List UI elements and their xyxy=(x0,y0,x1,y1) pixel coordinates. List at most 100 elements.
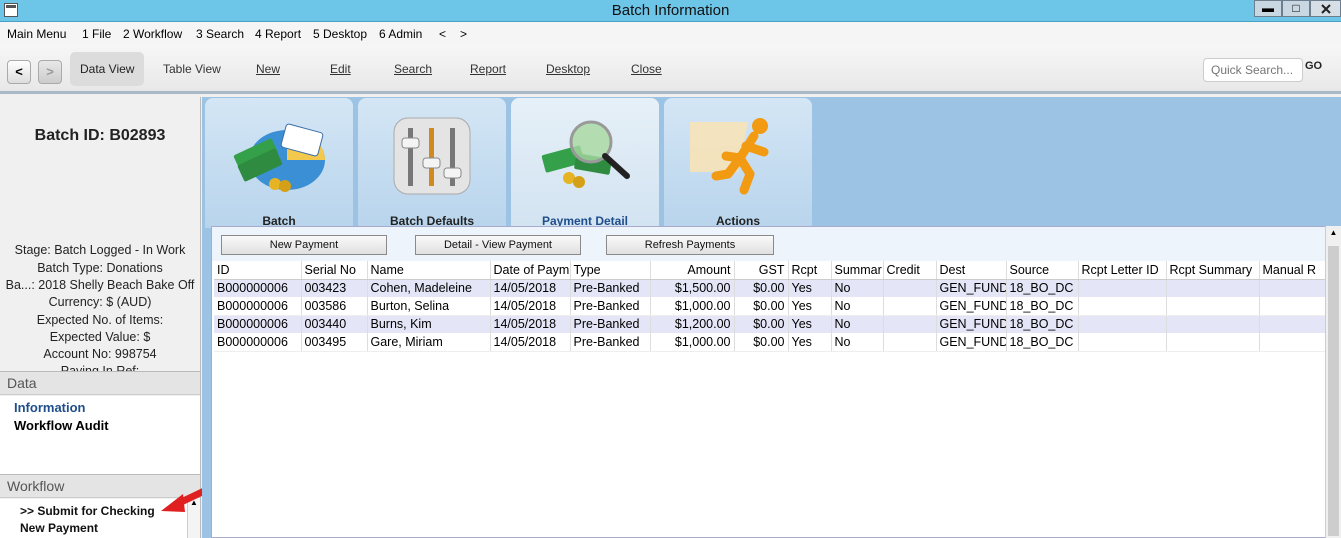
scroll-up-arrow-icon[interactable]: ▲ xyxy=(1326,228,1341,237)
minimize-button[interactable]: ▬ xyxy=(1254,0,1282,17)
report-button[interactable]: Report xyxy=(470,62,506,76)
cell-source: 18_BO_DC xyxy=(1006,297,1079,316)
quick-search-input[interactable] xyxy=(1203,58,1303,82)
menu-admin[interactable]: 6 Admin xyxy=(379,27,422,41)
cell-rcpt: Yes xyxy=(788,279,832,297)
menu-file[interactable]: 1 File xyxy=(82,27,111,41)
cell-dest: GEN_FUND xyxy=(936,333,1007,352)
menu-search[interactable]: 3 Search xyxy=(196,27,244,41)
data-link-workflow-audit[interactable]: Workflow Audit xyxy=(14,418,109,433)
cell-dest: GEN_FUND xyxy=(936,297,1007,316)
menu-scroll-right[interactable]: > xyxy=(460,27,467,41)
col-rcpt-summary[interactable]: Rcpt Summary xyxy=(1166,261,1260,280)
table-row[interactable]: B000000006 003440 Burns, Kim 14/05/2018 … xyxy=(214,315,1327,333)
col-gst[interactable]: GST xyxy=(734,261,789,280)
go-button[interactable]: GO xyxy=(1305,60,1322,72)
data-section-header[interactable]: Data xyxy=(0,371,200,395)
cell-rcpt-summary xyxy=(1166,315,1260,333)
col-credit[interactable]: Credit xyxy=(883,261,937,280)
search-button[interactable]: Search xyxy=(394,62,432,76)
cell-id: B000000006 xyxy=(214,297,302,316)
table-row[interactable]: B000000006 003495 Gare, Miriam 14/05/201… xyxy=(214,333,1327,352)
cell-manual-r xyxy=(1259,297,1327,316)
back-button[interactable]: < xyxy=(7,60,31,84)
menu-scroll-left[interactable]: < xyxy=(439,27,446,41)
desktop-button[interactable]: Desktop xyxy=(546,62,590,76)
menu-workflow[interactable]: 2 Workflow xyxy=(123,27,182,41)
col-source[interactable]: Source xyxy=(1006,261,1079,280)
sliders-icon xyxy=(393,117,471,195)
tile-actions[interactable]: Actions xyxy=(664,98,812,228)
cell-dest: GEN_FUND xyxy=(936,279,1007,297)
col-name[interactable]: Name xyxy=(367,261,491,280)
close-label: Close xyxy=(631,62,662,76)
tile-payment-detail[interactable]: Payment Detail xyxy=(511,98,659,228)
new-label: New xyxy=(256,62,281,76)
data-link-information[interactable]: Information xyxy=(14,400,86,415)
new-payment-button[interactable]: New Payment xyxy=(221,235,387,255)
menu-desktop[interactable]: 5 Desktop xyxy=(313,27,367,41)
detail-view-payment-button[interactable]: Detail - View Payment xyxy=(415,235,581,255)
cell-credit xyxy=(883,315,937,333)
cell-manual-r xyxy=(1259,315,1327,333)
cell-summary: No xyxy=(831,279,884,297)
col-rcpt-letter-id[interactable]: Rcpt Letter ID xyxy=(1078,261,1167,280)
col-amount[interactable]: Amount xyxy=(650,261,735,280)
batch-currency: Currency: $ (AUD) xyxy=(48,295,152,309)
scroll-thumb[interactable] xyxy=(1328,246,1339,536)
cell-type: Pre-Banked xyxy=(570,297,651,316)
data-view-button[interactable]: Data View xyxy=(70,52,145,86)
col-summary[interactable]: Summar xyxy=(831,261,884,280)
cell-serial: 003440 xyxy=(301,315,368,333)
close-icon xyxy=(1320,4,1331,14)
col-dest[interactable]: Dest xyxy=(936,261,1007,280)
cell-name: Burton, Selina xyxy=(367,297,491,316)
menu-main[interactable]: Main Menu xyxy=(7,27,66,41)
close-button[interactable]: Close xyxy=(631,62,662,76)
cell-amount: $1,000.00 xyxy=(650,297,735,316)
table-view-button[interactable]: Table View xyxy=(163,62,221,76)
batch-stage: Stage: Batch Logged - In Work xyxy=(14,243,186,257)
col-manual-r[interactable]: Manual R xyxy=(1259,261,1327,280)
col-type[interactable]: Type xyxy=(570,261,651,280)
maximize-button[interactable]: □ xyxy=(1282,0,1310,17)
cell-gst: $0.00 xyxy=(734,315,789,333)
cell-serial: 003423 xyxy=(301,279,368,297)
table-row[interactable]: B000000006 003423 Cohen, Madeleine 14/05… xyxy=(214,279,1327,297)
edit-button[interactable]: Edit xyxy=(330,62,351,76)
table-row[interactable]: B000000006 003586 Burton, Selina 14/05/2… xyxy=(214,297,1327,316)
edit-label: Edit xyxy=(330,62,351,76)
cell-summary: No xyxy=(831,333,884,352)
account-no: Account No: 998754 xyxy=(43,347,157,361)
cell-source: 18_BO_DC xyxy=(1006,315,1079,333)
content-scrollbar[interactable]: ▲ xyxy=(1325,226,1341,538)
col-date[interactable]: Date of Paym xyxy=(490,261,571,280)
cell-rcpt: Yes xyxy=(788,315,832,333)
cell-id: B000000006 xyxy=(214,333,302,352)
refresh-payments-button[interactable]: Refresh Payments xyxy=(606,235,774,255)
cell-type: Pre-Banked xyxy=(570,279,651,297)
cell-source: 18_BO_DC xyxy=(1006,279,1079,297)
workflow-new-payment[interactable]: New Payment xyxy=(20,521,98,535)
cell-type: Pre-Banked xyxy=(570,315,651,333)
workflow-submit-for-checking[interactable]: >> Submit for Checking xyxy=(20,504,155,518)
money-chart-icon xyxy=(233,123,325,192)
cell-gst: $0.00 xyxy=(734,279,789,297)
cell-source: 18_BO_DC xyxy=(1006,333,1079,352)
new-button[interactable]: New xyxy=(256,62,280,76)
payment-actions-bar: New Payment Detail - View Payment Refres… xyxy=(212,227,1325,261)
tile-batch[interactable]: Batch xyxy=(205,98,353,228)
cell-date: 14/05/2018 xyxy=(490,315,571,333)
close-window-button[interactable] xyxy=(1310,0,1341,17)
cell-credit xyxy=(883,333,937,352)
col-serial-no[interactable]: Serial No xyxy=(301,261,368,280)
tile-batch-defaults[interactable]: Batch Defaults xyxy=(358,98,506,228)
col-rcpt[interactable]: Rcpt xyxy=(788,261,832,280)
cell-name: Burns, Kim xyxy=(367,315,491,333)
menu-report[interactable]: 4 Report xyxy=(255,27,301,41)
payments-table: ID Serial No Name Date of Paym Type Amou… xyxy=(214,261,1327,352)
col-id[interactable]: ID xyxy=(214,261,302,280)
forward-button[interactable]: > xyxy=(38,60,62,84)
cell-id: B000000006 xyxy=(214,315,302,333)
cell-date: 14/05/2018 xyxy=(490,297,571,316)
